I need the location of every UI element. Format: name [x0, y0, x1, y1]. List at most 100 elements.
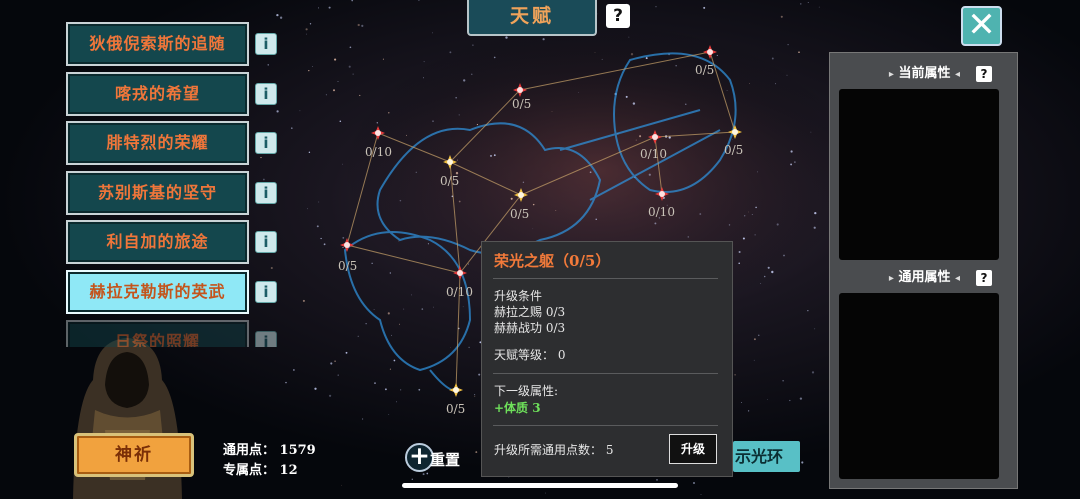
background-star	[348, 65, 351, 68]
background-star	[405, 134, 408, 136]
background-star	[594, 52, 596, 54]
background-star	[656, 479, 658, 481]
background-star	[387, 312, 390, 315]
background-star	[432, 32, 433, 34]
arrow-right-icon: ▸	[888, 273, 894, 284]
background-star	[753, 359, 755, 361]
attributes-panel: ▸ 当前属性 ◂ ? ▸ 通用属性 ◂ ?	[829, 52, 1018, 489]
background-star	[595, 218, 597, 220]
divider	[493, 373, 718, 374]
background-star	[427, 243, 429, 245]
background-star	[807, 2, 809, 3]
info-icon[interactable]: i	[255, 331, 277, 347]
talent-node-label: 0/5	[510, 207, 529, 221]
background-star	[783, 254, 785, 257]
background-star	[352, 73, 354, 75]
info-icon[interactable]: i	[255, 132, 277, 154]
background-star	[467, 263, 470, 265]
arrow-left-icon: ◂	[955, 273, 961, 284]
tooltip-next-header: 下一级属性:	[494, 384, 559, 398]
background-star	[532, 228, 534, 230]
talent-node-label: 0/5	[446, 402, 465, 416]
talent-button-frederick[interactable]: 腓特烈的荣耀	[66, 121, 249, 165]
background-star	[342, 246, 344, 249]
background-star	[293, 369, 295, 371]
talent-button-sobieski[interactable]: 苏别斯基的坚守	[66, 171, 249, 215]
talent-button-dionysus[interactable]: 狄俄倪索斯的追随	[66, 22, 249, 66]
talent-node-core	[447, 159, 453, 165]
background-star	[337, 374, 339, 376]
background-star	[389, 272, 391, 274]
talent-node-core	[707, 49, 713, 55]
question-icon[interactable]: ?	[606, 4, 630, 28]
background-star	[542, 38, 545, 41]
background-star	[474, 394, 476, 396]
background-star	[349, 46, 352, 49]
tooltip-next-value: +体质 3	[494, 401, 541, 415]
question-icon[interactable]: ?	[976, 270, 992, 286]
talent-node-label: 0/5	[440, 174, 459, 188]
background-star	[426, 472, 429, 475]
background-star	[522, 181, 525, 183]
background-star	[462, 306, 464, 308]
home-indicator[interactable]	[402, 483, 678, 488]
divider	[493, 278, 718, 279]
upgrade-button[interactable]: 升级	[669, 434, 717, 464]
info-icon[interactable]: i	[255, 182, 277, 204]
background-star	[798, 51, 800, 54]
background-star	[813, 226, 816, 229]
talent-tree-list[interactable]: 狄俄倪索斯的追随 i 喀戎的希望 i 腓特烈的荣耀 i 苏别斯基的坚守 i 利自…	[66, 22, 286, 347]
talent-node-core	[517, 87, 523, 93]
background-star	[305, 28, 308, 31]
background-star	[398, 240, 400, 242]
show-aura-button[interactable]: 示光环	[733, 441, 800, 472]
background-star	[728, 224, 731, 226]
background-star	[747, 410, 750, 412]
talent-node-core	[518, 192, 524, 198]
pray-button[interactable]: 神祈	[74, 433, 194, 477]
background-star	[399, 199, 402, 202]
background-star	[432, 120, 434, 122]
background-star	[726, 90, 728, 92]
background-star	[421, 308, 424, 310]
background-star	[789, 399, 791, 402]
background-star	[648, 173, 651, 176]
talent-button-journey[interactable]: 利自加的旅途	[66, 220, 249, 264]
background-star	[332, 89, 336, 92]
background-star	[422, 473, 425, 476]
close-button[interactable]: ✕	[961, 6, 1002, 46]
background-star	[341, 484, 342, 486]
talent-row: 腓特烈的荣耀 i	[66, 121, 286, 165]
background-star	[655, 6, 657, 8]
info-icon[interactable]: i	[255, 231, 277, 253]
background-star	[365, 323, 367, 325]
info-icon[interactable]: i	[255, 83, 277, 105]
question-icon[interactable]: ?	[976, 66, 992, 82]
talent-node-label: 0/10	[365, 145, 392, 159]
background-star	[382, 58, 384, 60]
background-star	[693, 482, 695, 484]
background-star	[775, 83, 777, 85]
background-star	[551, 111, 553, 112]
background-star	[807, 310, 809, 312]
info-icon[interactable]: i	[255, 33, 277, 55]
talent-button-chiron[interactable]: 喀戎的希望	[66, 72, 249, 116]
background-star	[639, 135, 642, 138]
background-star	[463, 79, 466, 82]
general-points: 通用点： 1579	[223, 443, 316, 458]
background-star	[794, 161, 796, 163]
background-star	[493, 154, 496, 157]
talent-row: 利自加的旅途 i	[66, 220, 286, 264]
background-star	[687, 236, 690, 238]
background-star	[755, 206, 757, 209]
reset-button[interactable]: 重置	[430, 449, 460, 470]
background-star	[645, 57, 648, 60]
background-star	[786, 74, 788, 76]
background-star	[732, 138, 734, 140]
background-star	[306, 208, 308, 210]
info-icon[interactable]: i	[255, 281, 277, 303]
talent-button-heracles[interactable]: 赫拉克勒斯的英武	[66, 270, 249, 314]
background-star	[654, 222, 657, 225]
talent-node-label: 0/10	[446, 285, 473, 299]
talent-button-sun[interactable]: 日祭的照耀	[66, 320, 249, 347]
